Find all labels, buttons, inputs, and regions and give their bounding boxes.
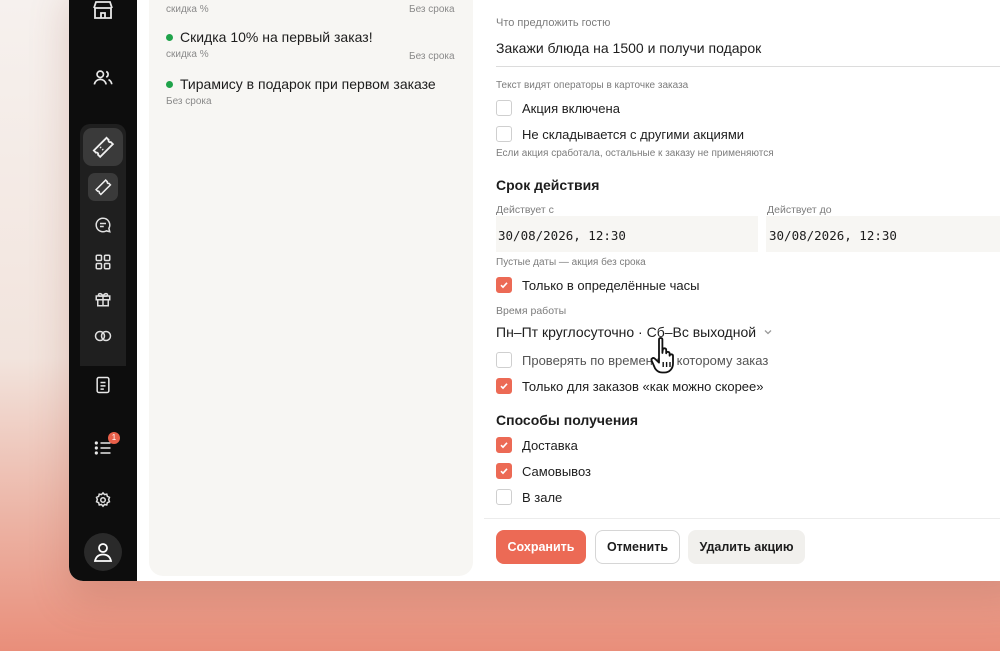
grid-icon[interactable]: [94, 253, 112, 271]
promo-list: скидка % Без срока Скидка 10% на первый …: [149, 0, 473, 576]
chevron-down-icon: [764, 330, 772, 335]
list-badge: 1: [108, 432, 120, 444]
work-time-value: Пн–Пт круглосуточно · Сб–Вс выходной: [496, 324, 757, 340]
checkbox-box[interactable]: [496, 463, 512, 479]
document-icon[interactable]: [93, 374, 113, 396]
active-status-dot: [166, 80, 173, 88]
list-item[interactable]: Тирамису в подарок при первом заказе Без…: [166, 76, 436, 107]
work-time-label: Время работы: [496, 305, 567, 317]
delivery-checkbox[interactable]: Доставка: [496, 437, 578, 453]
offer-input[interactable]: Закажи блюда на 1500 и получи подарок: [496, 40, 761, 56]
certain-hours-label: Только в определённые часы: [522, 277, 700, 293]
check-time-checkbox[interactable]: Проверять по времени, к которому заказ: [496, 352, 768, 368]
list-item[interactable]: скидка %: [166, 4, 209, 15]
store-icon[interactable]: [91, 0, 115, 22]
user-avatar[interactable]: [84, 533, 122, 571]
delivery-label: Доставка: [522, 437, 578, 453]
checkbox-box[interactable]: [496, 100, 512, 116]
checkbox-box[interactable]: [496, 352, 512, 368]
enabled-checkbox[interactable]: Акция включена: [496, 100, 620, 116]
chat-icon[interactable]: [94, 216, 112, 234]
from-date-value: 30/08/2026, 12:30: [498, 228, 626, 243]
checkbox-box[interactable]: [496, 437, 512, 453]
asap-label: Только для заказов «как можно скорее»: [522, 378, 764, 394]
validity-title: Срок действия: [496, 177, 600, 193]
hall-label: В зале: [522, 489, 563, 505]
list-item[interactable]: Скидка 10% на первый заказ! скидка %: [166, 29, 373, 60]
delivery-title: Способы получения: [496, 412, 639, 428]
app-window: 1 скидка % Без срока Скидка 10% на первы…: [69, 0, 1000, 581]
promo-expiry: Без срока: [409, 51, 455, 62]
toggle-icon[interactable]: [93, 327, 113, 345]
work-time-select[interactable]: Пн–Пт круглосуточно · Сб–Вс выходной: [496, 324, 773, 340]
promo-type: скидка %: [166, 49, 209, 60]
empty-dates-hint: Пустые даты — акция без срока: [496, 257, 646, 268]
offer-label: Что предложить гостю: [496, 17, 611, 29]
gear-icon[interactable]: [94, 491, 112, 509]
checkbox-box[interactable]: [496, 489, 512, 505]
no-combine-checkbox[interactable]: Не складывается с другими акциями: [496, 126, 744, 142]
hall-checkbox[interactable]: В зале: [496, 489, 562, 505]
hand-cursor-icon: [650, 335, 688, 382]
operators-hint: Текст видят операторы в карточке заказа: [496, 80, 689, 91]
users-icon[interactable]: [92, 67, 114, 89]
checkbox-box[interactable]: [496, 277, 512, 293]
promo-title: Скидка 10% на первый заказ!: [180, 29, 373, 45]
check-icon: [500, 442, 508, 449]
enabled-label: Акция включена: [522, 100, 620, 116]
ticket-icon[interactable]: [88, 173, 118, 201]
from-label: Действует с: [496, 204, 554, 216]
checkbox-box[interactable]: [496, 126, 512, 142]
promo-type: скидка %: [166, 4, 209, 15]
to-date-value: 30/08/2026, 12:30: [769, 228, 897, 243]
check-icon: [500, 383, 508, 390]
promo-ticket-icon[interactable]: [83, 128, 123, 166]
checkbox-box[interactable]: [496, 378, 512, 394]
pickup-checkbox[interactable]: Самовывоз: [496, 463, 591, 479]
delete-promo-button[interactable]: Удалить акцию: [688, 530, 805, 564]
no-combine-hint: Если акция сработала, остальные к заказу…: [496, 148, 774, 159]
no-combine-label: Не складывается с другими акциями: [522, 126, 745, 142]
check-time-label: Проверять по времени, к которому заказ: [522, 352, 769, 368]
promo-form: Что предложить гостю Закажи блюда на 150…: [484, 0, 1000, 581]
check-icon: [500, 468, 508, 475]
promo-expiry: Без срока: [166, 96, 212, 107]
user-icon: [93, 543, 113, 562]
check-icon: [500, 282, 508, 289]
save-button[interactable]: Сохранить: [496, 530, 586, 564]
gift-icon[interactable]: [94, 290, 112, 308]
asap-checkbox[interactable]: Только для заказов «как можно скорее»: [496, 378, 764, 394]
to-label: Действует до: [767, 204, 832, 216]
active-status-dot: [166, 33, 173, 41]
certain-hours-checkbox[interactable]: Только в определённые часы: [496, 277, 699, 293]
promo-title: Тирамису в подарок при первом заказе: [180, 76, 436, 92]
cancel-button[interactable]: Отменить: [595, 530, 680, 564]
promo-expiry: Без срока: [409, 4, 455, 15]
offer-input-underline: [496, 66, 1000, 67]
pickup-label: Самовывоз: [522, 463, 591, 479]
sidebar-rail: 1: [69, 0, 137, 581]
